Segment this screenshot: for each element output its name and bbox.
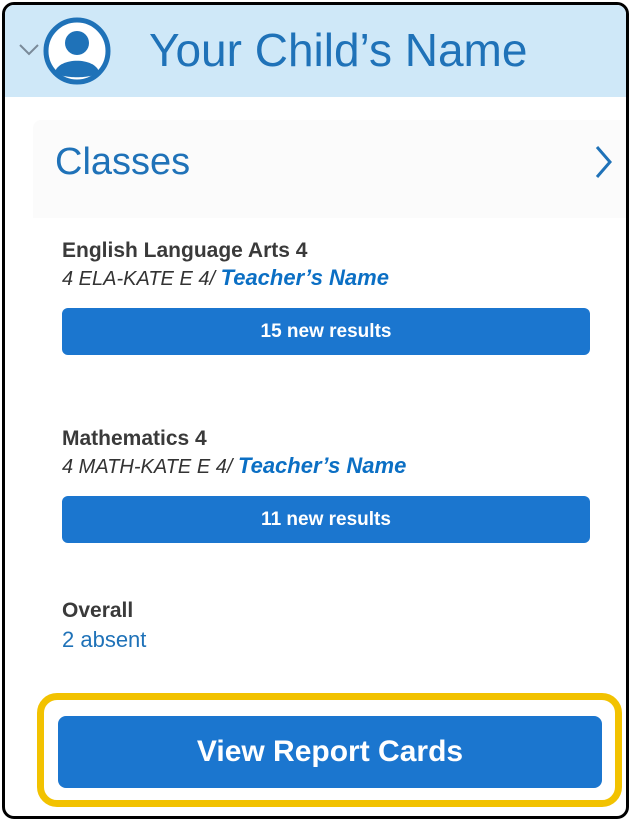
classes-title: Classes — [55, 141, 191, 183]
overall-attendance: Overall 2 absent — [62, 597, 146, 655]
class-item-math: Mathematics 4 4 MATH-KATE E 4/ Teacher’s… — [62, 425, 590, 543]
absent-link[interactable]: 2 absent — [62, 625, 146, 655]
class-section: 4 ELA-KATE E 4/ — [62, 268, 216, 290]
overall-label: Overall — [62, 599, 134, 622]
class-section-line: 4 ELA-KATE E 4/ Teacher’s Name — [62, 265, 590, 292]
chevron-right-icon[interactable] — [590, 142, 616, 182]
chevron-down-icon[interactable] — [15, 35, 43, 63]
teacher-name-link[interactable]: Teacher’s Name — [238, 453, 406, 478]
user-avatar-icon — [43, 17, 111, 85]
view-report-cards-button[interactable]: View Report Cards — [58, 716, 602, 788]
class-name: English Language Arts 4 — [62, 239, 308, 262]
new-results-button[interactable]: 11 new results — [62, 496, 590, 543]
app-frame: Your Child’s Name Classes English Langua… — [2, 2, 629, 819]
classes-header[interactable]: Classes — [33, 120, 626, 218]
class-section: 4 MATH-KATE E 4/ — [62, 456, 233, 478]
class-section-line: 4 MATH-KATE E 4/ Teacher’s Name — [62, 453, 590, 480]
child-name: Your Child’s Name — [149, 24, 528, 76]
class-item-ela: English Language Arts 4 4 ELA-KATE E 4/ … — [62, 237, 590, 355]
new-results-button[interactable]: 15 new results — [62, 308, 590, 355]
class-name: Mathematics 4 — [62, 427, 207, 450]
teacher-name-link[interactable]: Teacher’s Name — [221, 265, 389, 290]
child-header[interactable]: Your Child’s Name — [5, 5, 626, 97]
